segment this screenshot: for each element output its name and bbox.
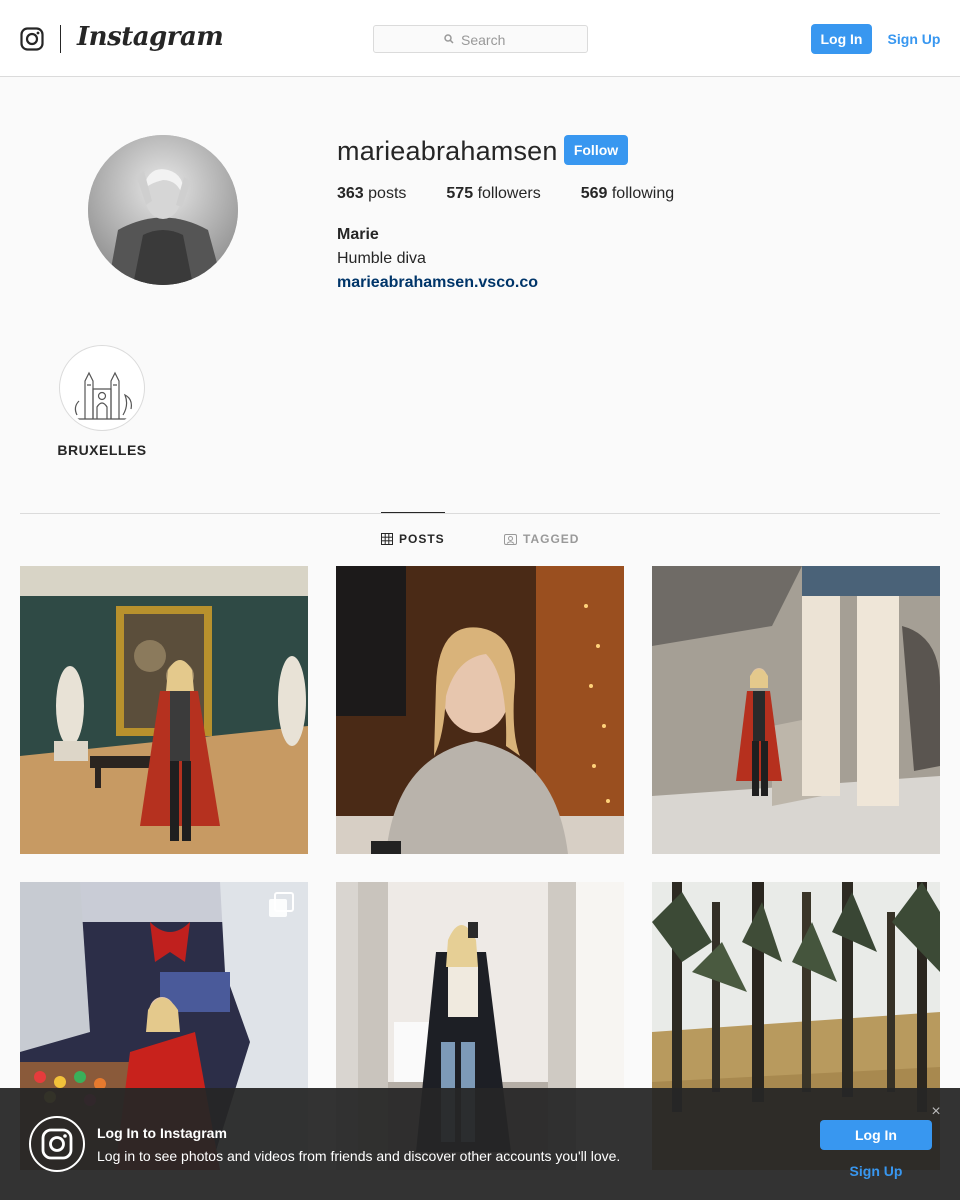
followers-count[interactable]: 575 followers	[446, 185, 540, 203]
post-thumbnail[interactable]	[20, 566, 308, 854]
instagram-wordmark[interactable]: Instagram	[77, 22, 224, 52]
banner-text: Log in to see photos and videos from fri…	[97, 1148, 621, 1164]
banner-title: Log In to Instagram	[97, 1125, 227, 1141]
nav-divider	[60, 25, 61, 53]
instagram-logo-icon	[29, 1116, 85, 1172]
profile-website-link[interactable]: marieabrahamsen.vsco.co	[337, 274, 538, 292]
grid-icon	[381, 533, 393, 545]
tab-posts-label: POSTS	[399, 532, 445, 546]
active-tab-indicator	[381, 512, 445, 513]
following-count[interactable]: 569 following	[581, 185, 674, 203]
search-placeholder: Search	[461, 32, 506, 48]
search-icon	[444, 34, 454, 44]
post-thumbnail[interactable]	[336, 566, 624, 854]
cathedral-illustration-icon	[63, 349, 141, 427]
top-navbar: Instagram Search Log In Sign Up	[0, 0, 960, 77]
banner-login-button[interactable]: Log In	[820, 1120, 932, 1150]
tab-tagged-label: TAGGED	[523, 532, 580, 546]
profile-username: marieabrahamsen	[337, 136, 558, 166]
close-icon[interactable]: ×	[928, 1104, 944, 1120]
profile-bio: Humble diva	[337, 250, 426, 267]
tab-posts[interactable]: POSTS	[381, 532, 445, 546]
profile-full-name: Marie	[337, 226, 379, 243]
multiple-photos-icon	[269, 892, 294, 917]
follow-button[interactable]: Follow	[564, 135, 628, 165]
posts-count: 363 posts	[337, 185, 407, 202]
post-thumbnail[interactable]	[652, 566, 940, 854]
banner-signup-link[interactable]: Sign Up	[820, 1158, 932, 1184]
search-input[interactable]: Search	[373, 25, 588, 53]
profile-avatar[interactable]	[88, 135, 238, 285]
story-highlight[interactable]	[59, 345, 145, 431]
tagged-icon	[504, 534, 517, 545]
tab-tagged[interactable]: TAGGED	[504, 532, 579, 546]
login-banner: Log In to Instagram Log in to see photos…	[0, 1088, 960, 1200]
profile-stats: 363 posts 575 followers 569 following	[337, 185, 714, 203]
tabs-divider	[20, 513, 940, 514]
instagram-logo-icon[interactable]	[20, 27, 44, 51]
signup-link[interactable]: Sign Up	[884, 24, 944, 54]
highlight-label: BRUXELLES	[57, 442, 147, 458]
login-button[interactable]: Log In	[811, 24, 872, 54]
